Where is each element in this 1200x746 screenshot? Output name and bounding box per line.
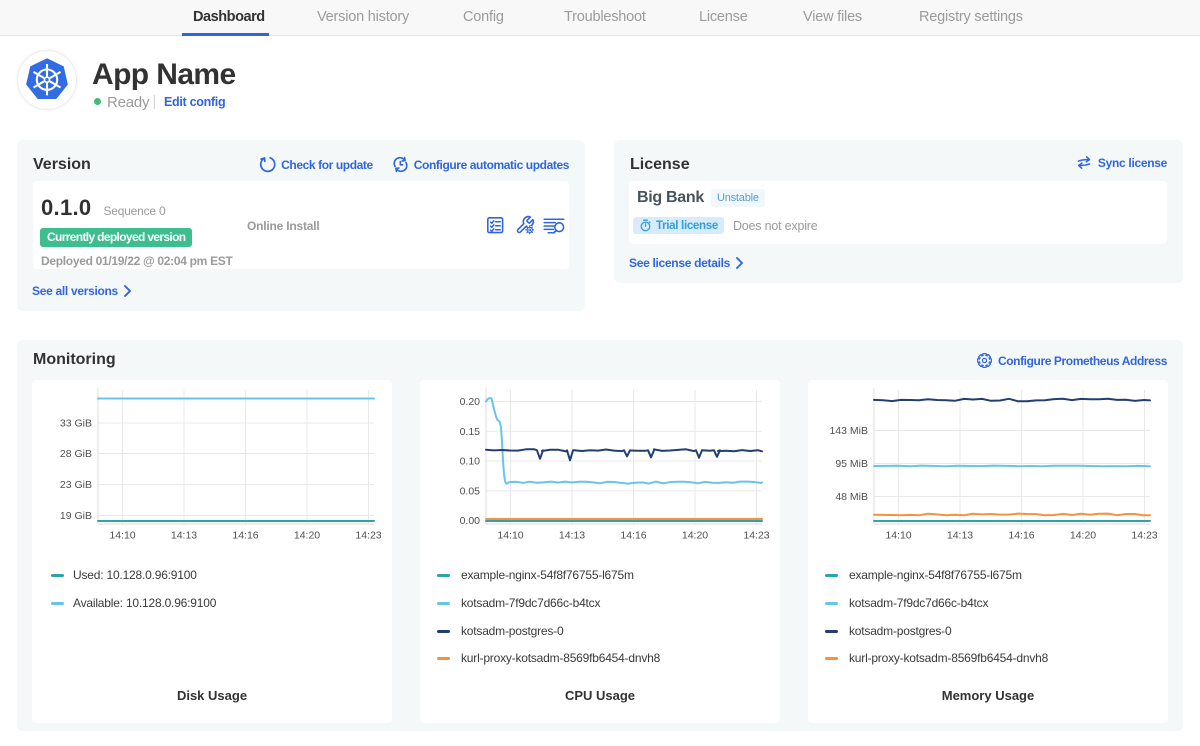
svg-text:14:10: 14:10 (109, 530, 135, 542)
svg-text:14:23: 14:23 (355, 530, 381, 542)
svg-text:23 GiB: 23 GiB (60, 479, 92, 491)
svg-text:95 MiB: 95 MiB (835, 458, 868, 470)
svg-text:14:10: 14:10 (885, 530, 911, 542)
svg-text:14:13: 14:13 (559, 530, 585, 542)
svg-text:28 GiB: 28 GiB (60, 448, 92, 460)
svg-text:14:16: 14:16 (232, 530, 258, 542)
svg-text:0.20: 0.20 (460, 396, 481, 408)
svg-text:14:20: 14:20 (682, 530, 708, 542)
svg-text:14:23: 14:23 (1131, 530, 1157, 542)
svg-text:14:13: 14:13 (947, 530, 973, 542)
svg-text:0.10: 0.10 (460, 456, 481, 468)
svg-text:143 MiB: 143 MiB (829, 425, 868, 437)
svg-text:48 MiB: 48 MiB (835, 491, 868, 503)
svg-text:0.15: 0.15 (460, 426, 481, 438)
svg-text:14:13: 14:13 (171, 530, 197, 542)
svg-text:14:23: 14:23 (743, 530, 769, 542)
svg-text:0.05: 0.05 (460, 485, 481, 497)
svg-text:19 GiB: 19 GiB (60, 510, 92, 522)
svg-text:0.00: 0.00 (460, 515, 481, 527)
svg-text:14:20: 14:20 (1070, 530, 1096, 542)
svg-text:14:16: 14:16 (1008, 530, 1034, 542)
svg-text:14:10: 14:10 (497, 530, 523, 542)
svg-text:14:16: 14:16 (620, 530, 646, 542)
svg-text:14:20: 14:20 (294, 530, 320, 542)
svg-text:33 GiB: 33 GiB (60, 418, 92, 430)
